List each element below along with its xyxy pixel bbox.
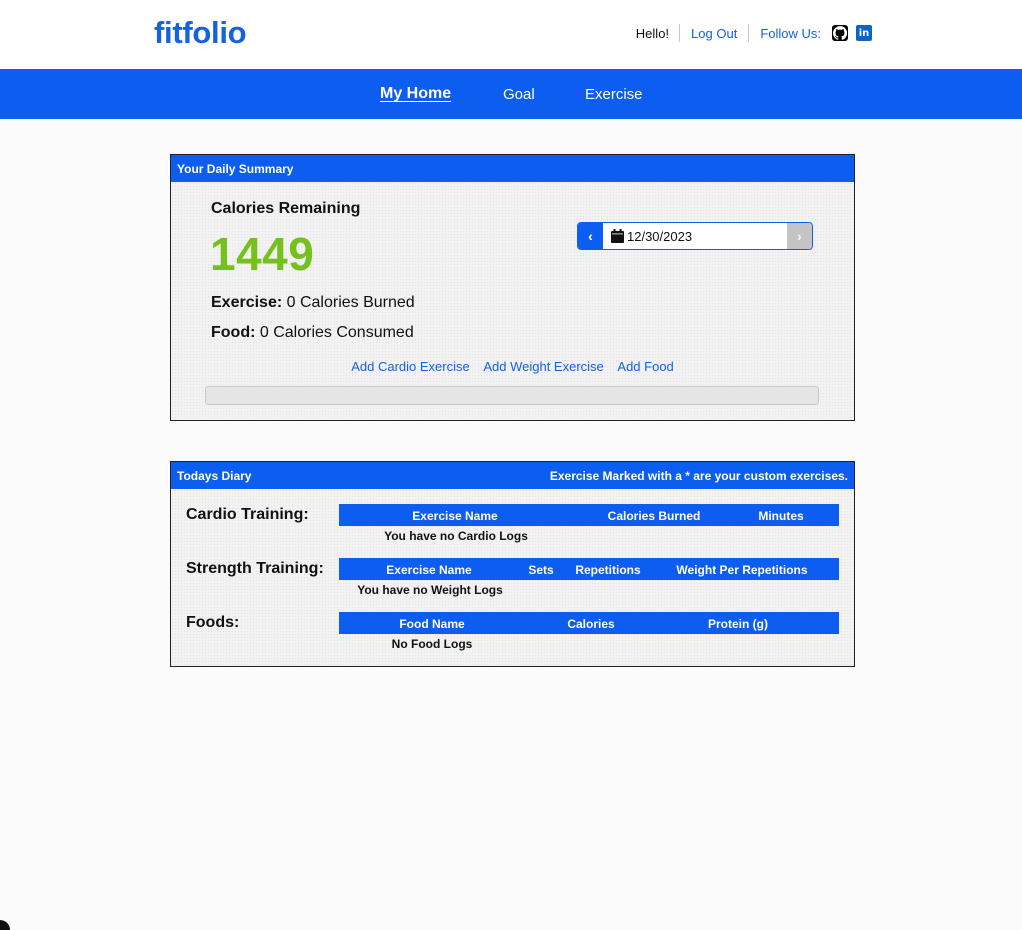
- cardio-training-label: Cardio Training:: [186, 506, 309, 523]
- exercise-value: 0 Calories Burned: [286, 294, 415, 311]
- chevron-right-icon: ›: [797, 228, 802, 244]
- column-header: Calories: [567, 617, 615, 631]
- calories-remaining-value: 1449: [210, 228, 315, 280]
- add-weight-link[interactable]: Add Weight Exercise: [483, 359, 603, 374]
- food-label: Food:: [211, 324, 256, 341]
- chevron-left-icon: ‹: [588, 228, 593, 244]
- nav-goal[interactable]: Goal: [503, 86, 535, 103]
- greeting-text: Hello!: [635, 25, 670, 41]
- nav-my-home[interactable]: My Home: [380, 85, 451, 103]
- strength-table-header: Exercise Name Sets Repetitions Weight Pe…: [339, 558, 839, 580]
- column-header: Protein (g): [708, 617, 768, 631]
- column-header: Weight Per Repetitions: [676, 563, 808, 577]
- exercise-summary: Exercise: 0 Calories Burned: [211, 294, 415, 312]
- cardio-empty-message: You have no Cardio Logs: [384, 529, 528, 543]
- column-header: Food Name: [399, 617, 465, 631]
- next-day-button[interactable]: ›: [787, 223, 812, 249]
- github-icon[interactable]: [832, 25, 848, 41]
- nav-exercise[interactable]: Exercise: [585, 86, 643, 103]
- calorie-progress-bar: [205, 386, 819, 405]
- todays-diary-panel: Todays Diary Exercise Marked with a * ar…: [170, 461, 855, 667]
- calendar-icon: [611, 229, 624, 243]
- panel-title: Your Daily Summary: [177, 161, 294, 176]
- column-header: Exercise Name: [412, 509, 498, 523]
- logout-link[interactable]: Log Out: [680, 26, 748, 41]
- foods-label: Foods:: [186, 614, 240, 631]
- column-header: Calories Burned: [607, 509, 701, 523]
- food-value: 0 Calories Consumed: [259, 324, 414, 341]
- panel-header: Your Daily Summary: [171, 155, 854, 182]
- strength-empty-message: You have no Weight Logs: [357, 583, 503, 597]
- main-nav: My Home Goal Exercise: [0, 69, 1022, 119]
- custom-exercise-note: Exercise Marked with a * are your custom…: [549, 468, 848, 483]
- daily-summary-panel: Your Daily Summary Calories Remaining 14…: [170, 154, 855, 421]
- foods-table-header: Food Name Calories Protein (g): [339, 612, 839, 634]
- food-summary: Food: 0 Calories Consumed: [211, 324, 414, 342]
- add-food-link[interactable]: Add Food: [617, 359, 673, 374]
- date-input[interactable]: 12/30/2023: [603, 223, 787, 249]
- column-header: Exercise Name: [386, 563, 472, 577]
- column-header: Sets: [528, 563, 554, 577]
- app-logo[interactable]: fitfolio: [154, 15, 247, 51]
- window-corner: [0, 920, 10, 930]
- follow-us-label: Follow Us:: [760, 25, 821, 41]
- column-header: Minutes: [758, 509, 804, 523]
- top-header: fitfolio Hello! Log Out Follow Us: in: [0, 0, 1022, 69]
- cardio-table-header: Exercise Name Calories Burned Minutes: [339, 504, 839, 526]
- calories-remaining-label: Calories Remaining: [211, 200, 361, 217]
- add-links: Add Cardio Exercise Add Weight Exercise …: [171, 359, 854, 374]
- foods-empty-message: No Food Logs: [391, 637, 473, 651]
- date-value: 12/30/2023: [627, 228, 693, 244]
- column-header: Repetitions: [575, 563, 641, 577]
- exercise-label: Exercise:: [211, 294, 283, 311]
- user-links: Hello! Log Out Follow Us: in: [636, 22, 872, 44]
- panel-header: Todays Diary Exercise Marked with a * ar…: [171, 462, 854, 489]
- linkedin-icon[interactable]: in: [856, 25, 872, 41]
- strength-training-label: Strength Training:: [186, 560, 324, 577]
- prev-day-button[interactable]: ‹: [578, 223, 603, 249]
- date-picker: ‹ 12/30/2023 ›: [577, 222, 813, 250]
- panel-title: Todays Diary: [177, 468, 252, 483]
- add-cardio-link[interactable]: Add Cardio Exercise: [351, 359, 470, 374]
